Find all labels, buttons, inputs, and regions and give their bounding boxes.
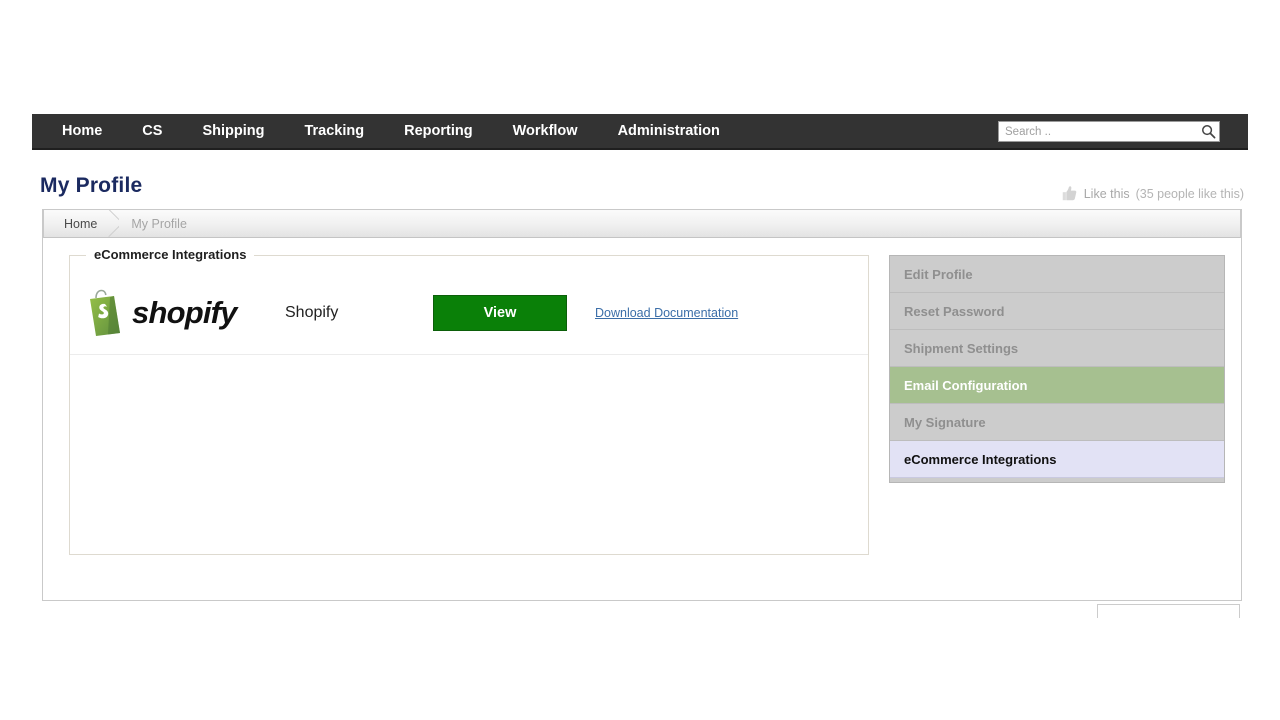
like-this-label[interactable]: Like this bbox=[1084, 187, 1130, 201]
nav-item-cs[interactable]: CS bbox=[122, 114, 182, 148]
shopify-bag-icon bbox=[84, 289, 126, 337]
breadcrumb-item-home[interactable]: Home bbox=[44, 217, 105, 231]
profile-side-menu: Edit Profile Reset Password Shipment Set… bbox=[889, 255, 1225, 483]
search-icon[interactable] bbox=[1197, 122, 1219, 141]
main-container: Home My Profile eCommerce Integrations bbox=[42, 209, 1242, 601]
nav-item-reporting[interactable]: Reporting bbox=[384, 114, 492, 148]
integration-action-cell: View bbox=[433, 295, 581, 331]
sidebar-item-my-signature[interactable]: My Signature bbox=[890, 404, 1224, 441]
breadcrumb-item-current: My Profile bbox=[119, 217, 187, 231]
nav-item-tracking[interactable]: Tracking bbox=[284, 114, 384, 148]
integration-logo-cell: shopify bbox=[70, 289, 285, 337]
nav-item-shipping[interactable]: Shipping bbox=[182, 114, 284, 148]
top-navigation-bar: Home CS Shipping Tracking Reporting Work… bbox=[32, 114, 1248, 150]
sidebar-item-email-configuration[interactable]: Email Configuration bbox=[890, 367, 1224, 404]
nav-item-workflow[interactable]: Workflow bbox=[493, 114, 598, 148]
download-documentation-link[interactable]: Download Documentation bbox=[595, 306, 738, 320]
integration-row: shopify Shopify View Download Documentat… bbox=[70, 272, 868, 355]
breadcrumb: Home My Profile bbox=[43, 209, 1241, 238]
panel-legend: eCommerce Integrations bbox=[86, 247, 254, 262]
sidebar-item-reset-password[interactable]: Reset Password bbox=[890, 293, 1224, 330]
nav-item-administration[interactable]: Administration bbox=[598, 114, 740, 148]
chevron-right-icon bbox=[105, 210, 119, 237]
thumbs-up-icon[interactable] bbox=[1060, 185, 1078, 202]
search-box[interactable] bbox=[998, 121, 1220, 142]
sidebar-item-shipment-settings[interactable]: Shipment Settings bbox=[890, 330, 1224, 367]
view-button[interactable]: View bbox=[433, 295, 567, 331]
nav-item-home[interactable]: Home bbox=[32, 114, 122, 148]
like-count-label: (35 people like this) bbox=[1136, 187, 1244, 201]
ecommerce-integrations-panel: eCommerce Integrations bbox=[69, 255, 869, 555]
shopify-wordmark: shopify bbox=[132, 295, 237, 331]
bottom-panel-stub bbox=[1097, 604, 1240, 618]
search-input[interactable] bbox=[999, 123, 1197, 140]
nav-items: Home CS Shipping Tracking Reporting Work… bbox=[32, 114, 740, 148]
page-title: My Profile bbox=[40, 174, 142, 198]
sidebar-item-ecommerce-integrations[interactable]: eCommerce Integrations bbox=[890, 441, 1224, 478]
like-area: Like this (35 people like this) bbox=[1060, 185, 1244, 202]
sidebar-item-edit-profile[interactable]: Edit Profile bbox=[890, 256, 1224, 293]
integration-name: Shopify bbox=[285, 304, 433, 322]
app-page: Home CS Shipping Tracking Reporting Work… bbox=[0, 0, 1280, 720]
shopify-logo: shopify bbox=[84, 289, 237, 337]
